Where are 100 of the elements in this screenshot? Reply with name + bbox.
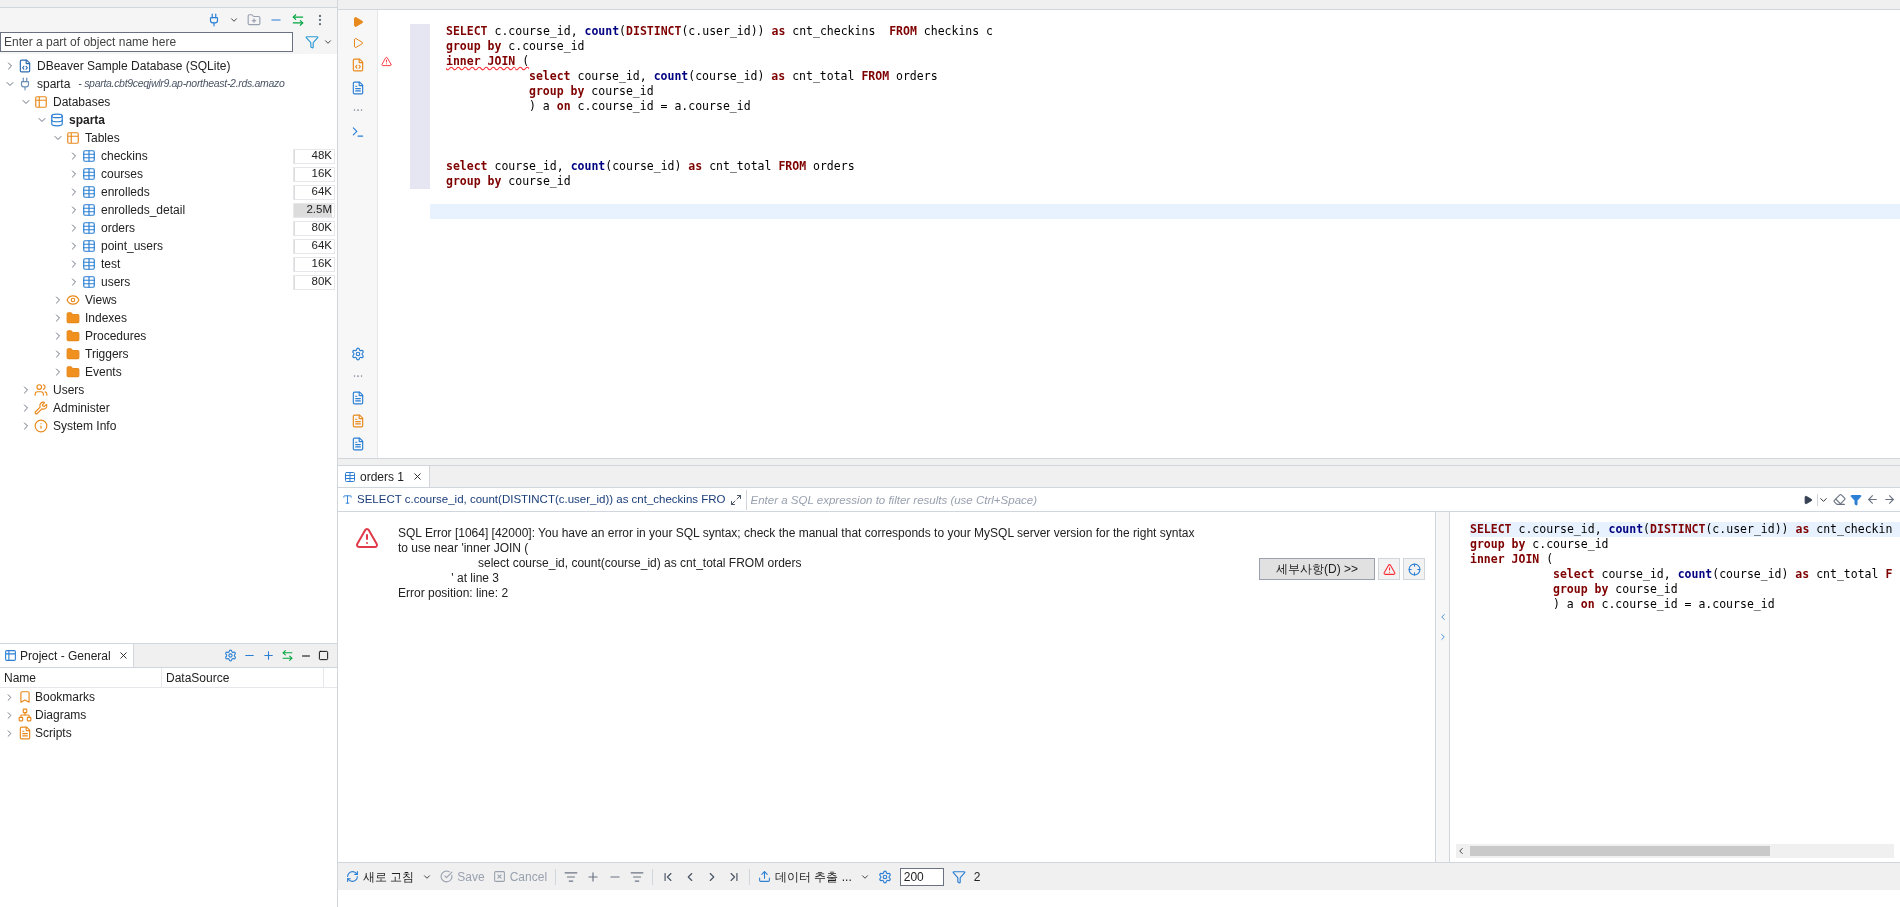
code-line: inner JOIN ( (1470, 552, 1554, 567)
connection-host: - sparta.cbt9ceqjwlr9.ap-northeast-2.rds.amazo (78, 76, 285, 92)
table-size: 64K (311, 238, 333, 254)
fetch-size-field[interactable]: 200 (899, 867, 944, 886)
maximize-icon[interactable] (318, 650, 329, 661)
tree-item[interactable]: Indexes (85, 309, 128, 327)
code-line: select course_id, count(course_id) as cnt_total FROM orders (528, 69, 938, 84)
tree-item[interactable]: orders (101, 219, 135, 237)
tree-item[interactable]: users (101, 273, 131, 291)
tree-item[interactable]: sparta (37, 75, 71, 93)
code-line: group by course_id (446, 174, 571, 189)
caret-icon[interactable] (1817, 493, 1829, 506)
locate-button[interactable] (1403, 558, 1425, 580)
list-icon[interactable] (630, 869, 645, 884)
table-size: 2.5M (306, 202, 333, 218)
error-icon (354, 526, 380, 550)
filter-icon[interactable] (1850, 493, 1862, 506)
tree-item[interactable]: System Info (53, 417, 117, 435)
users-icon (34, 383, 48, 397)
horizontal-scrollbar[interactable] (1456, 844, 1894, 858)
code-line: group by c.course_id (1470, 537, 1609, 552)
tree-item[interactable]: Users (53, 381, 85, 399)
format-icon[interactable] (564, 869, 579, 884)
document-icon[interactable] (350, 81, 365, 95)
settings-icon[interactable] (350, 347, 365, 361)
link-icon[interactable] (291, 13, 305, 27)
script-icon[interactable] (350, 58, 365, 72)
column-header[interactable]: DataSource (162, 668, 324, 687)
refresh-button[interactable]: 새로 고침 (346, 867, 415, 886)
code-line: group by course_id (1552, 582, 1678, 597)
back-icon[interactable] (1866, 493, 1879, 506)
close-icon[interactable] (412, 471, 424, 482)
document-icon[interactable] (350, 437, 365, 451)
tree-item[interactable]: checkins (101, 147, 148, 165)
tree-item[interactable]: enrolleds_detail (101, 201, 186, 219)
scroll-left-icon[interactable] (1456, 846, 1466, 856)
filter-icon[interactable] (951, 869, 966, 884)
table-icon (82, 203, 96, 217)
scrollbar-thumb[interactable] (1470, 846, 1770, 856)
expand-icon[interactable] (729, 493, 742, 506)
tree-item[interactable]: Tables (85, 129, 120, 147)
tree-item[interactable]: Diagrams (35, 706, 87, 724)
info-icon (34, 419, 48, 433)
warning-icon (1382, 562, 1396, 576)
filter-field[interactable]: Enter a part of object name here (0, 32, 293, 52)
settings-icon[interactable] (224, 649, 237, 662)
document-icon[interactable] (350, 391, 365, 405)
close-icon[interactable] (117, 650, 129, 661)
tree-item[interactable]: Bookmarks (35, 688, 96, 706)
link-icon[interactable] (281, 649, 294, 662)
table-size: 16K (311, 166, 333, 182)
table-size: 64K (311, 184, 333, 200)
forward-icon[interactable] (1883, 493, 1896, 506)
folder-icon (34, 95, 48, 109)
caret-icon[interactable] (229, 15, 239, 25)
tree-item[interactable]: enrolleds (101, 183, 150, 201)
results-tab[interactable]: orders 1 (338, 466, 431, 487)
tree-item[interactable]: Scripts (35, 724, 72, 742)
wrench-icon (34, 401, 48, 415)
tree-item[interactable]: Procedures (85, 327, 147, 345)
check-icon (440, 870, 454, 883)
settings-icon[interactable] (877, 869, 892, 884)
window-icon (4, 649, 17, 662)
tree-item[interactable]: test (101, 255, 121, 273)
tree-item[interactable]: Databases (53, 93, 111, 111)
tree-item[interactable]: Administer (53, 399, 110, 417)
code-line: SELECT c.course_id, count(DISTINCT(c.user_id)) as cnt_checkin (1470, 522, 1893, 537)
cancel-icon (492, 870, 506, 883)
table-size: 48K (311, 148, 333, 164)
tree-item[interactable]: Events (85, 363, 122, 381)
run-icon[interactable] (1803, 494, 1813, 505)
export-button[interactable]: 데이터 추출 ... (758, 867, 852, 886)
filter-icon[interactable] (305, 35, 319, 49)
connect-icon[interactable] (207, 13, 221, 27)
tree-item[interactable]: sparta (69, 111, 106, 129)
table-icon (82, 275, 96, 289)
folder-icon (66, 329, 80, 343)
tree-item[interactable]: DBeaver Sample Database (SQLite) (37, 57, 231, 75)
terminal-icon[interactable] (350, 125, 365, 139)
sql-text-icon[interactable] (342, 494, 353, 505)
results-filter-field[interactable]: Enter a SQL expression to filter results (use Ctrl+Space) (745, 489, 1799, 510)
column-header[interactable]: Name (0, 668, 162, 687)
project-tab[interactable]: Project - General (0, 644, 134, 667)
tree-item[interactable]: Triggers (85, 345, 129, 363)
code-line: select course_id, count(course_id) as cnt_total FROM orders (446, 159, 855, 174)
add-icon[interactable] (262, 649, 275, 662)
tree-item[interactable]: Views (85, 291, 117, 309)
tree-item[interactable]: point_users (101, 237, 164, 255)
refresh-icon (346, 870, 359, 883)
document-icon[interactable] (350, 414, 365, 428)
new-folder-icon[interactable] (247, 13, 261, 27)
tree-item[interactable]: courses (101, 165, 144, 183)
connection-icon (18, 77, 32, 91)
eraser-icon[interactable] (1833, 493, 1846, 506)
code-line: ) a on c.course_id = a.course_id (528, 99, 751, 114)
code-line: select course_id, count(course_id) as cnt_total F (1552, 567, 1893, 582)
details-button[interactable]: 세부사항(D) >> (1259, 558, 1375, 580)
caret-icon[interactable] (323, 37, 333, 47)
error-log-button[interactable] (1378, 558, 1400, 580)
add-row-icon[interactable] (586, 869, 601, 884)
